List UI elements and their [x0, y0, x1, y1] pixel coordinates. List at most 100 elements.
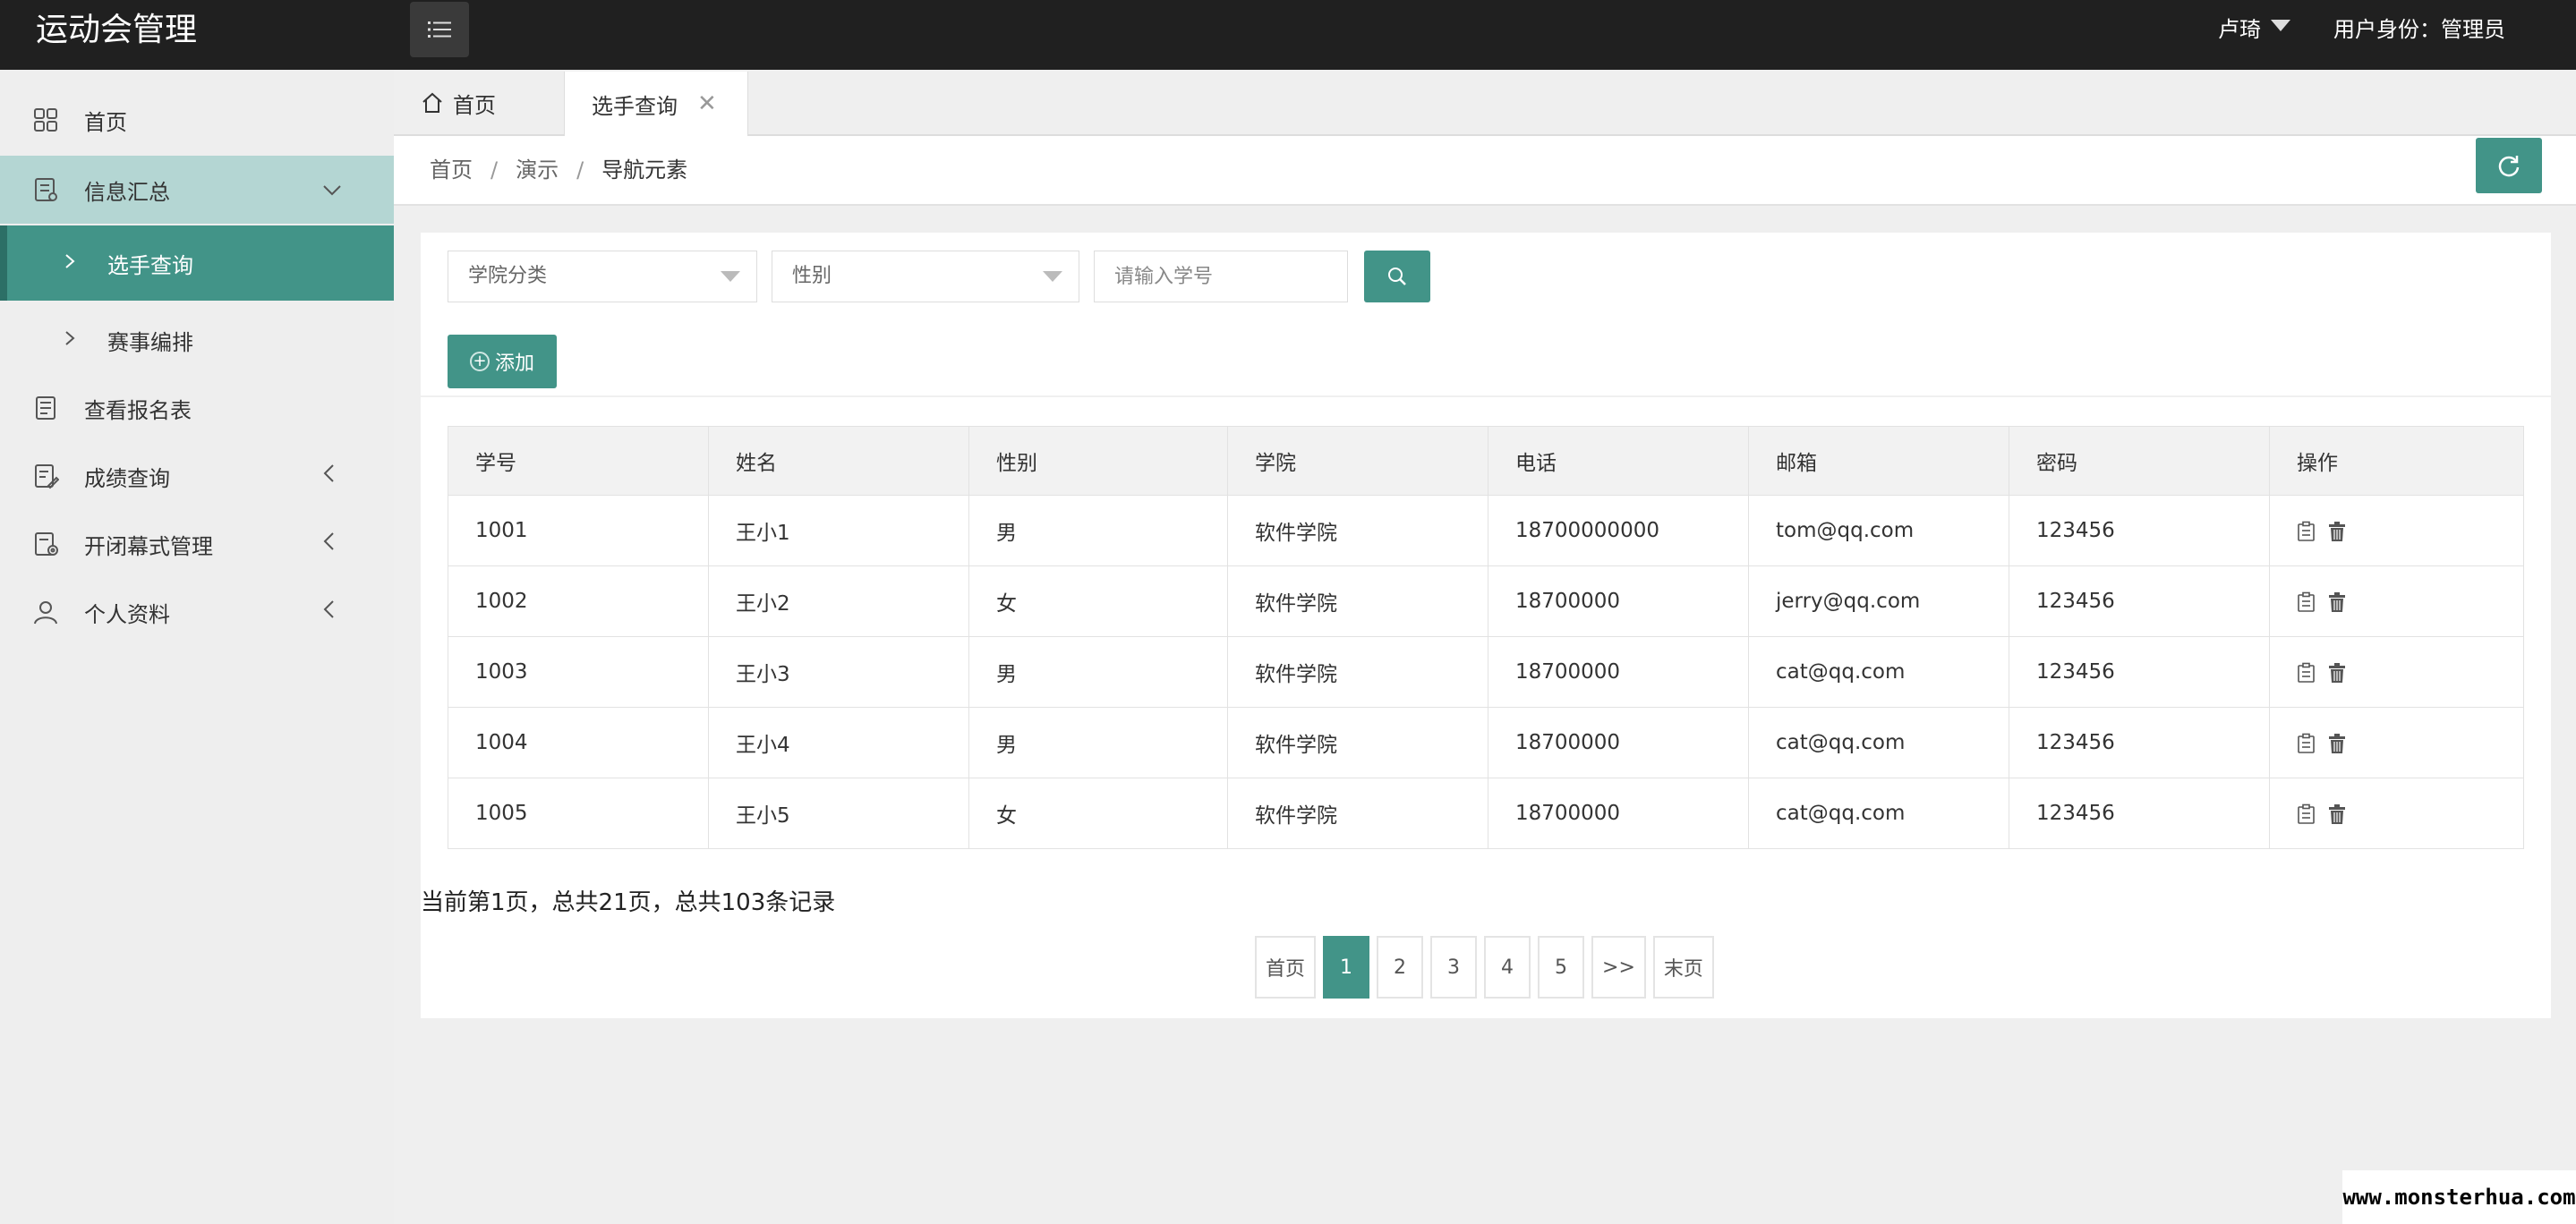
trash-icon[interactable] [2327, 591, 2347, 613]
cell-college: 软件学院 [1227, 565, 1488, 637]
sidebar-item-scores[interactable]: 成绩查询 [0, 442, 394, 510]
page-button[interactable]: 5 [1538, 936, 1585, 999]
table-row: 1001 王小1 男 软件学院 18700000000 tom@qq.com 1… [448, 495, 2524, 566]
caret-down-icon[interactable] [2271, 20, 2290, 31]
page-button[interactable]: 4 [1484, 936, 1531, 999]
page-next-button[interactable]: >> [1591, 936, 1646, 999]
cell-name: 王小1 [708, 495, 969, 566]
edit-icon[interactable] [2297, 803, 2316, 825]
tab-player-query[interactable]: 选手查询 ✕ [564, 72, 748, 136]
sidebar-item-label: 选手查询 [107, 252, 193, 278]
page-first-button[interactable]: 首页 [1255, 936, 1317, 999]
cell-gender: 女 [968, 565, 1228, 637]
watermark: www.monsterhua.com [2342, 1170, 2576, 1224]
chevron-right-icon [64, 252, 75, 275]
cell-gender: 男 [968, 707, 1228, 778]
college-select[interactable]: 学院分类 [448, 251, 757, 302]
sidebar-item-label: 查看报名表 [84, 397, 192, 423]
top-header: 运动会管理 卢琦 用户身份：管理员 [0, 0, 2576, 70]
sidebar-item-info-summary[interactable]: 信息汇总 [0, 156, 394, 224]
table-row: 1002 王小2 女 软件学院 18700000 jerry@qq.com 12… [448, 565, 2524, 637]
sidebar-item-label: 信息汇总 [84, 179, 170, 205]
table-header-row: 学号 姓名 性别 学院 电话 邮箱 密码 操作 [448, 426, 2524, 496]
breadcrumb-separator: / [576, 157, 584, 183]
chevron-right-icon [64, 329, 75, 352]
cell-actions [2269, 707, 2524, 778]
sidebar-item-home[interactable]: 首页 [0, 86, 394, 154]
cell-email: cat@qq.com [1748, 636, 2009, 708]
cell-student-id: 1001 [448, 495, 709, 566]
cell-college: 软件学院 [1227, 778, 1488, 849]
sidebar-item-profile[interactable]: 个人资料 [0, 578, 394, 646]
cell-name: 王小3 [708, 636, 969, 708]
cell-actions [2269, 495, 2524, 566]
breadcrumb-bar: 首页 / 演示 / 导航元素 [394, 136, 2576, 206]
user-name-menu[interactable]: 卢琦 [2218, 0, 2261, 59]
tab-home[interactable]: 首页 [421, 72, 555, 134]
trash-icon[interactable] [2327, 662, 2347, 684]
cell-student-id: 1002 [448, 565, 709, 637]
cell-phone: 18700000 [1488, 636, 1749, 708]
search-button[interactable] [1364, 251, 1430, 302]
players-table: 学号 姓名 性别 学院 电话 邮箱 密码 操作 1001 王小1 男 软件学院 … [448, 426, 2524, 849]
college-select-placeholder: 学院分类 [468, 265, 548, 287]
cell-phone: 18700000 [1488, 778, 1749, 849]
page-button[interactable]: 3 [1430, 936, 1478, 999]
refresh-button[interactable] [2476, 138, 2542, 193]
pagination-info: 当前第1页，总共21页，总共103条记录 [421, 889, 836, 916]
tab-label: 选手查询 [592, 93, 678, 119]
edit-icon[interactable] [2297, 733, 2316, 754]
sidebar-item-registration[interactable]: 查看报名表 [0, 374, 394, 442]
edit-icon[interactable] [2297, 521, 2316, 542]
chevron-left-icon [322, 463, 335, 489]
edit-icon[interactable] [2297, 591, 2316, 613]
cell-phone: 18700000 [1488, 707, 1749, 778]
page-button-current[interactable]: 1 [1323, 936, 1370, 999]
close-icon[interactable]: ✕ [697, 90, 717, 117]
chevron-left-icon [322, 531, 335, 557]
column-header: 姓名 [708, 426, 969, 496]
menu-toggle-button[interactable] [410, 2, 469, 57]
refresh-icon [2498, 156, 2520, 177]
chevron-left-icon [322, 599, 335, 625]
page-last-button[interactable]: 末页 [1652, 936, 1714, 999]
sidebar-item-label: 首页 [84, 109, 127, 135]
column-header: 操作 [2269, 426, 2524, 496]
cell-college: 软件学院 [1227, 495, 1488, 566]
gender-select[interactable]: 性别 [772, 251, 1079, 302]
sidebar-item-label: 开闭幕式管理 [84, 533, 213, 559]
sidebar-item-player-query[interactable]: 选手查询 [0, 225, 394, 301]
edit-icon[interactable] [2297, 662, 2316, 684]
edit-doc-icon [35, 464, 59, 489]
add-button-label: 添加 [494, 353, 534, 375]
column-header: 电话 [1488, 426, 1749, 496]
trash-icon[interactable] [2327, 803, 2347, 825]
column-header: 学院 [1227, 426, 1488, 496]
cell-email: tom@qq.com [1748, 495, 2009, 566]
trash-icon[interactable] [2327, 733, 2347, 754]
main-panel: 学院分类 性别 + 添加 学号 姓名 性别 学院 电话 邮箱 密码 操作 [421, 233, 2551, 1018]
search-icon [1388, 268, 1406, 285]
cell-gender: 男 [968, 636, 1228, 708]
breadcrumb: 首页 / 演示 / 导航元素 [430, 136, 687, 204]
tab-label: 首页 [453, 92, 496, 118]
cell-gender: 男 [968, 495, 1228, 566]
cell-phone: 18700000000 [1488, 495, 1749, 566]
cell-student-id: 1003 [448, 636, 709, 708]
sidebar-item-ceremony[interactable]: 开闭幕式管理 [0, 510, 394, 578]
add-button[interactable]: + 添加 [448, 335, 557, 388]
user-icon [34, 601, 57, 625]
breadcrumb-item[interactable]: 首页 [430, 157, 473, 183]
cell-password: 123456 [2009, 707, 2270, 778]
breadcrumb-item[interactable]: 演示 [516, 157, 559, 183]
cell-actions [2269, 565, 2524, 637]
page-button[interactable]: 2 [1377, 936, 1424, 999]
sidebar-item-label: 赛事编排 [107, 329, 193, 355]
gender-select-placeholder: 性别 [792, 265, 832, 287]
student-id-input[interactable] [1094, 251, 1348, 302]
sidebar-item-event-schedule[interactable]: 赛事编排 [0, 304, 394, 376]
caret-down-icon [1043, 271, 1062, 282]
cell-password: 123456 [2009, 565, 2270, 637]
home-icon [422, 92, 442, 113]
trash-icon[interactable] [2327, 521, 2347, 542]
